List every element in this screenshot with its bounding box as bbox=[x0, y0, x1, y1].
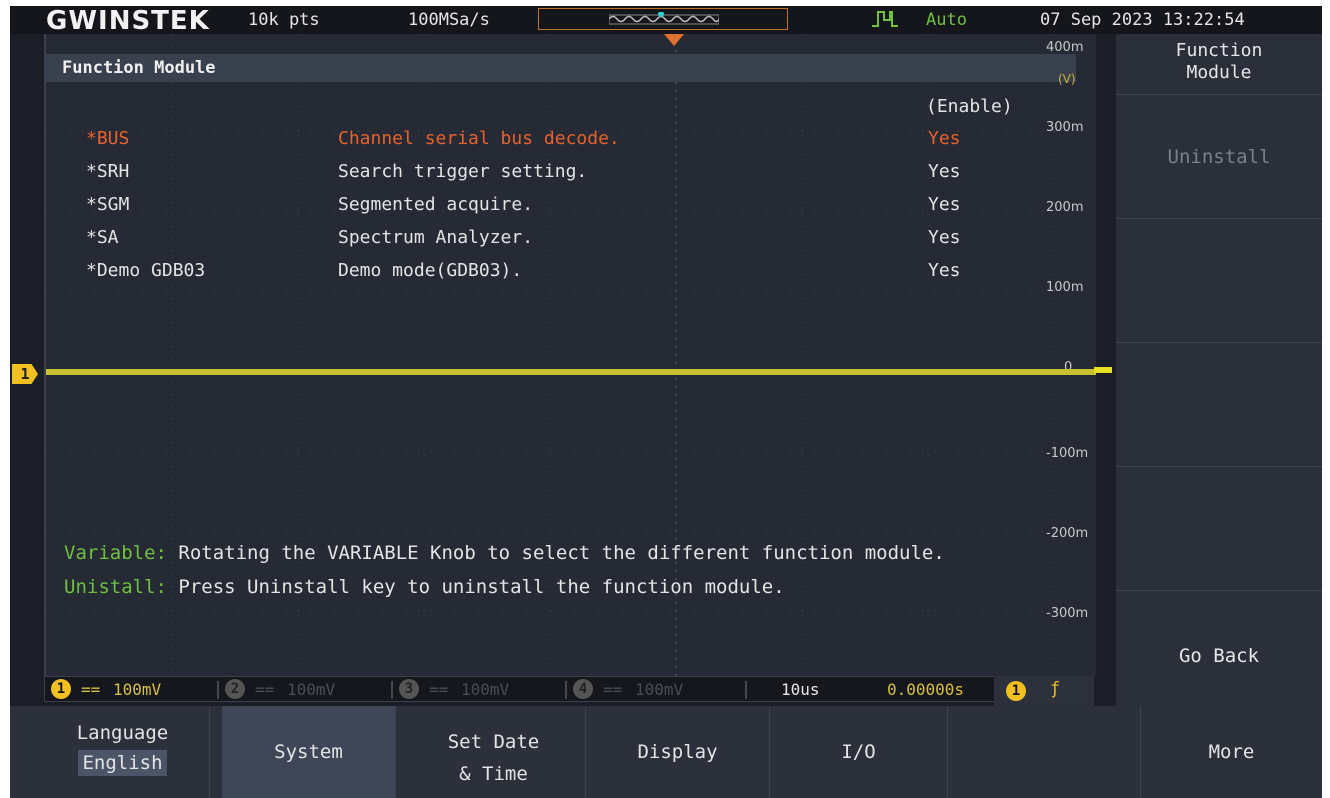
set-date-label-line1: Set Date bbox=[447, 731, 540, 753]
module-enabled: Yes bbox=[928, 194, 961, 215]
trigger-position-marker bbox=[664, 34, 684, 46]
enable-column-header: (Enable) bbox=[926, 96, 1013, 117]
language-value: English bbox=[78, 750, 167, 776]
vscale-tick: 100m bbox=[1046, 280, 1084, 295]
divider bbox=[217, 681, 219, 699]
channel1-trace-end-marker bbox=[1094, 367, 1112, 373]
module-enabled: Yes bbox=[928, 227, 961, 248]
vscale-tick: 300m bbox=[1046, 120, 1084, 135]
help-line-variable: Variable: Rotating the VARIABLE Knob to … bbox=[64, 542, 945, 564]
rising-edge-icon: ƒ bbox=[1050, 679, 1061, 699]
timebase-scale: 10us bbox=[781, 680, 820, 699]
waveform-display: Function Module (V) 400m 300m 200m 100m … bbox=[44, 34, 1096, 676]
channel3-indicator[interactable]: 3 bbox=[399, 679, 419, 699]
help-key: Variable: bbox=[64, 542, 167, 564]
system-button[interactable]: System bbox=[222, 706, 396, 798]
module-name[interactable]: *SRH bbox=[86, 161, 129, 182]
side-menu-slot-5[interactable] bbox=[1116, 466, 1322, 590]
side-menu-title-line2: Module bbox=[1186, 62, 1252, 83]
status-bar: GWINSTEK 10k pts 100MSa/s Auto 07 Sep 20… bbox=[10, 6, 1322, 36]
oscilloscope-screen: GWINSTEK 10k pts 100MSa/s Auto 07 Sep 20… bbox=[10, 6, 1322, 798]
channel1-ground-marker[interactable]: 1 bbox=[12, 364, 38, 384]
channel-info-bar: 1 == 100mV 2 == 100mV 3 == 100mV 4 == 10… bbox=[44, 676, 1094, 702]
vscale-tick: 400m bbox=[1046, 40, 1084, 55]
module-enabled: Yes bbox=[928, 260, 961, 281]
help-text: Press Uninstall key to uninstall the fun… bbox=[166, 576, 785, 598]
io-button[interactable]: I/O bbox=[770, 706, 948, 798]
trigger-mode: Auto bbox=[926, 10, 967, 30]
trigger-source-indicator: 1 bbox=[1006, 681, 1026, 701]
language-label: Language bbox=[76, 722, 169, 744]
channel4-coupling: == bbox=[603, 680, 623, 699]
horizontal-position: 0.00000s bbox=[887, 680, 965, 699]
set-date-time-button[interactable]: Set Date & Time bbox=[402, 706, 586, 798]
help-key: Unistall: bbox=[64, 576, 167, 598]
channel4-indicator[interactable]: 4 bbox=[573, 679, 593, 699]
divider bbox=[745, 681, 747, 699]
channel3-scale: 100mV bbox=[461, 680, 510, 699]
side-menu-slot-4[interactable] bbox=[1116, 342, 1322, 466]
channel1-indicator[interactable]: 1 bbox=[51, 679, 71, 699]
side-menu-title: Function Module bbox=[1116, 34, 1322, 94]
uninstall-button[interactable]: Uninstall bbox=[1116, 94, 1322, 218]
panel-title: Function Module bbox=[46, 54, 1076, 82]
channel2-coupling: == bbox=[255, 680, 275, 699]
set-date-label-line2: & Time bbox=[459, 763, 528, 785]
module-description: Spectrum Analyzer. bbox=[338, 227, 534, 248]
channel1-coupling: == bbox=[81, 680, 101, 699]
help-line-uninstall: Unistall: Press Uninstall key to uninsta… bbox=[64, 576, 785, 598]
side-menu-slot-3[interactable] bbox=[1116, 218, 1322, 342]
module-name[interactable]: *BUS bbox=[86, 128, 129, 149]
vertical-unit: (V) bbox=[1058, 72, 1076, 86]
more-button[interactable]: More bbox=[1140, 706, 1322, 798]
trigger-status-icon bbox=[870, 6, 900, 35]
record-length: 10k pts bbox=[248, 10, 320, 30]
help-text: Rotating the VARIABLE Knob to select the… bbox=[166, 542, 945, 564]
module-name[interactable]: *SGM bbox=[86, 194, 129, 215]
channel3-coupling: == bbox=[429, 680, 449, 699]
memory-bar bbox=[538, 8, 788, 30]
channel1-trace bbox=[46, 369, 1096, 375]
go-back-button[interactable]: Go Back bbox=[1116, 590, 1322, 720]
module-name[interactable]: *SA bbox=[86, 227, 119, 248]
brand-logo: GWINSTEK bbox=[46, 6, 210, 36]
display-button[interactable]: Display bbox=[586, 706, 770, 798]
module-enabled: Yes bbox=[928, 128, 961, 149]
module-enabled: Yes bbox=[928, 161, 961, 182]
divider bbox=[565, 681, 567, 699]
module-description: Segmented acquire. bbox=[338, 194, 534, 215]
channel2-indicator[interactable]: 2 bbox=[225, 679, 245, 699]
bottom-menu: Language English System Set Date & Time … bbox=[10, 706, 1322, 798]
channel4-scale: 100mV bbox=[635, 680, 684, 699]
vscale-tick: -300m bbox=[1046, 606, 1089, 621]
vscale-tick: -200m bbox=[1046, 526, 1089, 541]
side-menu: Function Module Uninstall Go Back bbox=[1116, 34, 1322, 720]
module-description: Channel serial bus decode. bbox=[338, 128, 620, 149]
waveform-overview-icon bbox=[609, 12, 719, 25]
sample-rate: 100MSa/s bbox=[408, 10, 490, 30]
language-button[interactable]: Language English bbox=[36, 706, 210, 798]
module-description: Demo mode(GDB03). bbox=[338, 260, 523, 281]
side-menu-title-line1: Function bbox=[1175, 40, 1263, 61]
module-description: Search trigger setting. bbox=[338, 161, 588, 182]
channel2-scale: 100mV bbox=[287, 680, 336, 699]
vscale-tick: 200m bbox=[1046, 200, 1084, 215]
divider bbox=[391, 681, 393, 699]
channel1-scale: 100mV bbox=[113, 680, 162, 699]
datetime: 07 Sep 2023 13:22:54 bbox=[1040, 10, 1245, 30]
module-name[interactable]: *Demo GDB03 bbox=[86, 260, 205, 281]
vscale-tick: -100m bbox=[1046, 446, 1089, 461]
